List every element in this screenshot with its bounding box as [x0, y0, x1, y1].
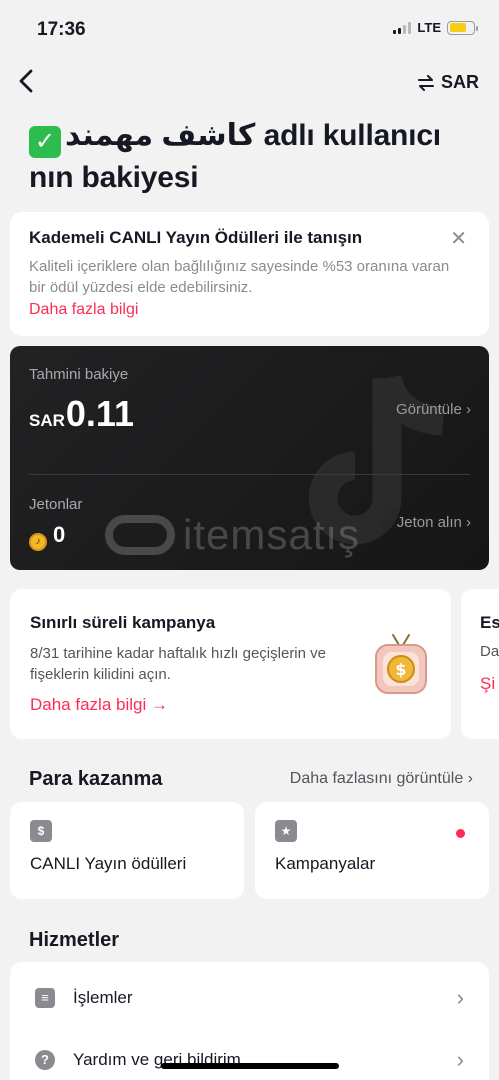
- coins-value: 0: [53, 522, 66, 547]
- help-row[interactable]: ? Yardım ve geri bildirim ›: [10, 1029, 489, 1080]
- badge-star-icon: ★: [275, 820, 297, 842]
- earnings-section-title: Para kazanma: [29, 768, 163, 790]
- svg-text:$: $: [395, 660, 406, 679]
- campaigns-card[interactable]: ★ Kampanyalar: [255, 802, 489, 899]
- tv-coin-icon: $: [375, 634, 427, 694]
- promo-card-2[interactable]: Es Da Şi: [461, 589, 499, 739]
- balance-amount: SAR 0.11: [29, 393, 134, 435]
- signal-icon: [393, 21, 412, 34]
- balance-card: Tahmini bakiye SAR 0.11 Görüntüle › Jeto…: [10, 346, 489, 570]
- transactions-row[interactable]: ≡ İşlemler ›: [10, 967, 489, 1029]
- balance-value: 0.11: [65, 393, 134, 434]
- watermark: itemsatış: [105, 511, 360, 559]
- campaigns-label: Kampanyalar: [275, 854, 376, 873]
- transactions-label: İşlemler: [73, 988, 133, 1007]
- info-description: Kaliteli içeriklere olan bağlılığınız sa…: [29, 258, 450, 296]
- nav-bar: SAR: [0, 64, 499, 104]
- get-coins-link[interactable]: Jeton alın ›: [397, 514, 471, 531]
- check-icon: ✓: [29, 126, 61, 158]
- info-link[interactable]: Daha fazla bilgi: [29, 301, 470, 319]
- promo-title: Sınırlı süreli kampanya: [30, 613, 216, 632]
- close-icon[interactable]: ✕: [450, 226, 467, 251]
- promo2-link[interactable]: Şi: [480, 674, 499, 694]
- document-icon: ≡: [35, 988, 55, 1008]
- promo-link[interactable]: Daha fazla bilgi →: [30, 695, 431, 715]
- coin-icon: ♪: [29, 533, 47, 551]
- network-label: LTE: [417, 20, 441, 35]
- page-title: ✓ كاشف مهمند adlı kullanıcı nın bakiyesi: [29, 116, 479, 198]
- status-time: 17:36: [37, 19, 86, 40]
- watermark-text: itemsatış: [183, 511, 361, 558]
- balance-currency: SAR: [29, 411, 65, 430]
- estimated-balance-label: Tahmini bakiye: [29, 366, 129, 383]
- title-username: كاشف مهمند: [65, 119, 256, 152]
- home-indicator[interactable]: [161, 1063, 339, 1069]
- divider: [29, 474, 470, 475]
- promo2-title: Es: [480, 613, 499, 632]
- live-rewards-card[interactable]: $ CANLI Yayın ödülleri: [10, 802, 244, 899]
- watermark-logo-icon: [105, 515, 175, 555]
- status-bar: 17:36 LTE: [0, 0, 499, 60]
- status-indicators: LTE: [393, 20, 478, 35]
- money-bag-icon: $: [30, 820, 52, 842]
- swap-icon: [417, 74, 434, 91]
- chevron-right-icon: ›: [456, 1047, 464, 1072]
- notification-dot: [456, 829, 465, 838]
- currency-label: SAR: [440, 72, 479, 92]
- currency-switch-button[interactable]: SAR: [417, 72, 479, 93]
- chevron-right-icon: ›: [456, 985, 464, 1010]
- info-title: Kademeli CANLI Yayın Ödülleri ile tanışı…: [29, 228, 363, 247]
- battery-icon: [447, 20, 478, 35]
- promo-description: 8/31 tarihine kadar haftalık hızlı geçiş…: [30, 645, 326, 683]
- live-rewards-label: CANLI Yayın ödülleri: [30, 854, 187, 873]
- back-button[interactable]: [14, 66, 46, 102]
- help-icon: ?: [35, 1050, 55, 1070]
- view-balance-link[interactable]: Görüntüle ›: [396, 401, 471, 418]
- services-section-title: Hizmetler: [29, 929, 120, 951]
- promo-card[interactable]: Sınırlı süreli kampanya 8/31 tarihine ka…: [10, 589, 451, 739]
- view-more-link[interactable]: Daha fazlasını görüntüle ›: [290, 770, 473, 788]
- chevron-left-icon: [19, 69, 33, 93]
- coins-label: Jetonlar: [29, 496, 83, 513]
- coins-amount: ♪ 0: [29, 522, 65, 551]
- info-card: Kademeli CANLI Yayın Ödülleri ile tanışı…: [10, 212, 489, 336]
- promo2-description: Da: [480, 643, 499, 660]
